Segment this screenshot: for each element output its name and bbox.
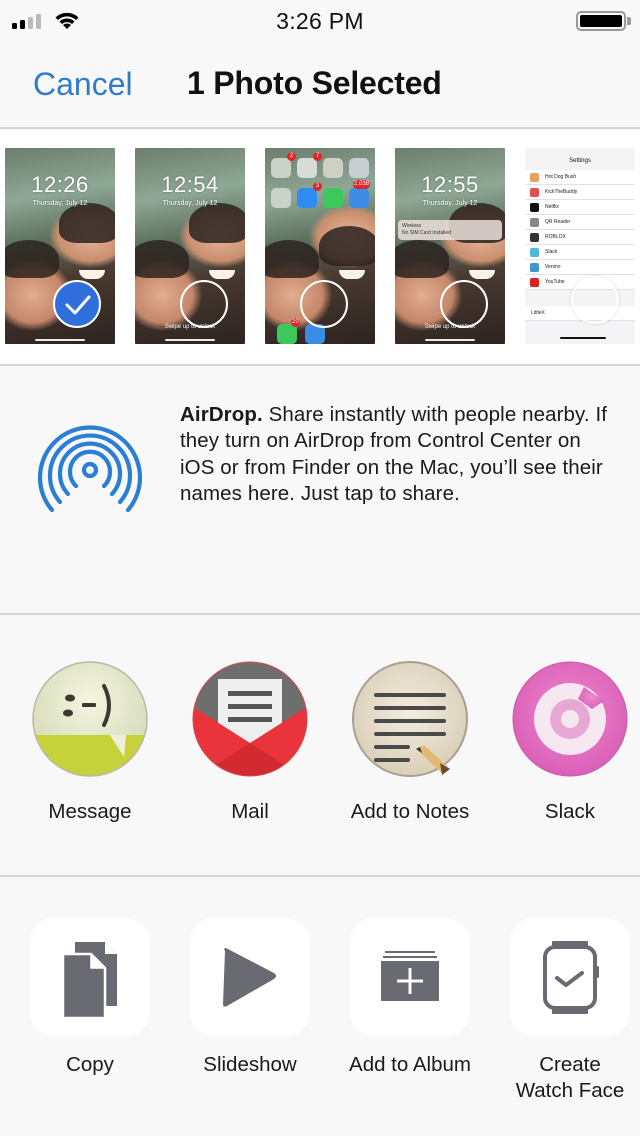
action-add-to-album[interactable]: Add to Album bbox=[330, 918, 490, 1078]
mail-icon bbox=[192, 661, 308, 777]
selected-checkmark-icon[interactable] bbox=[53, 280, 101, 328]
action-tile bbox=[190, 918, 310, 1036]
share-app-label: Add to Notes bbox=[350, 800, 470, 823]
page-title: 1 Photo Selected bbox=[187, 65, 442, 101]
action-tile bbox=[30, 918, 150, 1036]
airdrop-description: AirDrop. Share instantly with people nea… bbox=[180, 402, 620, 507]
airdrop-section: AirDrop. Share instantly with people nea… bbox=[0, 366, 640, 613]
settings-row-label: Venmo bbox=[545, 264, 561, 270]
thumbnail-lock-time: 12:26 bbox=[31, 172, 89, 197]
photo-strip[interactable]: 12:26 Thursday, July 12 12:54 Thursday, … bbox=[0, 130, 640, 364]
photo-thumbnail[interactable]: Settings Hot Dog Bush KickTheBuddy Netfl… bbox=[525, 148, 635, 344]
thumbnail-badge: 20 bbox=[291, 318, 300, 327]
battery-icon bbox=[576, 11, 626, 31]
thumbnail-settings-title: Settings bbox=[569, 158, 591, 164]
photo-thumbnail[interactable]: 2 7 3 2,038 20 bbox=[265, 148, 375, 344]
action-create-watch-face[interactable]: Create Watch Face bbox=[490, 918, 640, 1104]
airdrop-title: AirDrop. bbox=[180, 403, 263, 426]
unselected-circle-icon[interactable] bbox=[180, 280, 228, 328]
settings-row-label: Netflix bbox=[545, 204, 559, 210]
settings-row-label: ROBLOX bbox=[545, 234, 566, 240]
share-apps-row: Message Mail Add to Notes Slack bbox=[0, 615, 640, 875]
thumbnail-badge: 2,038 bbox=[353, 180, 371, 189]
thumbnail-lock-date: Thursday, July 12 bbox=[32, 200, 88, 207]
action-label-line: Create bbox=[539, 1053, 601, 1076]
settings-row-label: Slack bbox=[545, 249, 558, 255]
action-label: Create Watch Face bbox=[490, 1052, 640, 1104]
thumbnail-lock-date: Thursday, July 12 bbox=[162, 200, 218, 207]
airdrop-icon bbox=[38, 425, 142, 513]
status-bar: 3:26 PM bbox=[0, 0, 640, 40]
photo-thumbnail[interactable]: 12:26 Thursday, July 12 bbox=[5, 148, 115, 344]
unselected-circle-icon[interactable] bbox=[571, 276, 619, 324]
share-app-label: Message bbox=[48, 800, 132, 823]
share-sheet-header: Cancel 1 Photo Selected bbox=[0, 40, 640, 128]
notification-body: No SIM Card Installed bbox=[402, 230, 451, 236]
actions-row: Copy Slideshow Add to Album Create Watch… bbox=[0, 877, 640, 1136]
slack-icon bbox=[512, 661, 628, 777]
settings-row-label: Hot Dog Bush bbox=[545, 174, 577, 180]
thumbnail-badge: 7 bbox=[313, 152, 322, 161]
action-label: Add to Album bbox=[349, 1053, 471, 1076]
share-app-mail[interactable]: Mail bbox=[170, 653, 330, 824]
action-copy[interactable]: Copy bbox=[10, 918, 170, 1078]
action-label-line: Watch Face bbox=[515, 1079, 625, 1102]
thumbnail-badge: 3 bbox=[313, 182, 322, 191]
share-app-label: Mail bbox=[231, 800, 269, 823]
notification-title: Wireless bbox=[402, 223, 422, 229]
share-app-notes[interactable]: Add to Notes bbox=[330, 653, 490, 824]
action-tile bbox=[510, 918, 630, 1036]
battery-tip bbox=[627, 17, 631, 25]
settings-row-label: QR Reader bbox=[545, 219, 571, 225]
action-tile bbox=[350, 918, 470, 1036]
copy-icon bbox=[61, 942, 117, 1020]
watch-icon bbox=[543, 941, 599, 1014]
settings-row-label: LittleX bbox=[531, 310, 545, 316]
settings-row-label: YouTube bbox=[545, 279, 565, 285]
photo-thumbnail[interactable]: 12:54 Thursday, July 12 Swipe up to unlo… bbox=[135, 148, 245, 344]
share-app-message[interactable]: Message bbox=[10, 653, 170, 824]
action-label: Copy bbox=[66, 1053, 114, 1076]
notes-icon bbox=[352, 661, 468, 777]
thumbnail-notification: Wireless No SIM Card Installed bbox=[398, 220, 502, 240]
share-app-label: Slack bbox=[544, 800, 596, 823]
header-divider bbox=[0, 127, 640, 129]
add-album-icon bbox=[381, 951, 439, 1001]
thumbnail-lock-date: Thursday, July 12 bbox=[422, 200, 478, 207]
settings-row-label: KickTheBuddy bbox=[545, 189, 578, 195]
thumbnail-swipe-text: Swipe up to unlock bbox=[164, 324, 216, 330]
photo-thumbnail[interactable]: 12:55 Thursday, July 12 Wireless No SIM … bbox=[395, 148, 505, 344]
action-label: Slideshow bbox=[203, 1053, 297, 1076]
thumbnail-swipe-text: Swipe up to unlock bbox=[424, 324, 476, 330]
message-icon bbox=[32, 661, 148, 777]
unselected-circle-icon[interactable] bbox=[440, 280, 488, 328]
status-time: 3:26 PM bbox=[276, 8, 364, 34]
thumbnail-badge: 2 bbox=[287, 152, 296, 161]
play-icon bbox=[223, 948, 276, 1007]
unselected-circle-icon[interactable] bbox=[300, 280, 348, 328]
thumbnail-lock-time: 12:55 bbox=[421, 172, 479, 197]
thumbnail-lock-time: 12:54 bbox=[161, 172, 219, 197]
share-app-slack[interactable]: Slack bbox=[490, 653, 640, 824]
cancel-button[interactable]: Cancel bbox=[33, 66, 133, 103]
action-slideshow[interactable]: Slideshow bbox=[170, 918, 330, 1078]
